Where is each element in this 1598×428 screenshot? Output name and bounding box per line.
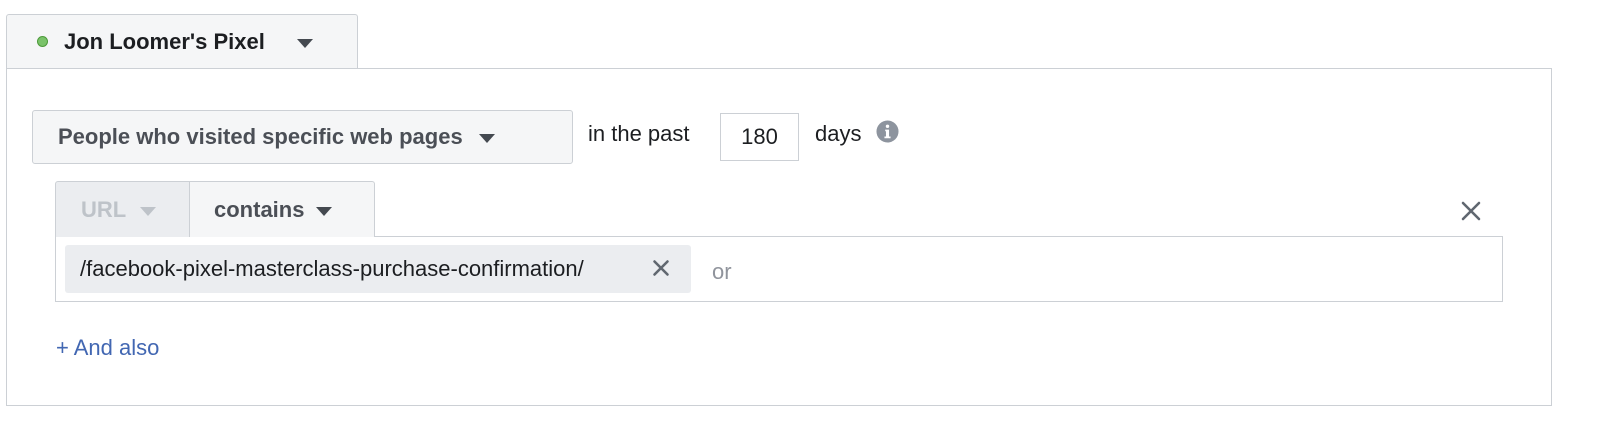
retention-days-input[interactable] — [720, 113, 799, 161]
caret-down-icon — [478, 134, 495, 143]
audience-type-dropdown[interactable]: People who visited specific web pages — [32, 110, 573, 164]
info-icon[interactable] — [876, 120, 899, 143]
url-token-text: /facebook-pixel-masterclass-purchase-con… — [80, 256, 584, 281]
audience-type-label: People who visited specific web pages — [58, 124, 463, 149]
and-also-link[interactable]: + And also — [56, 335, 159, 361]
pixel-status-indicator — [37, 36, 48, 47]
caret-down-icon — [296, 38, 313, 48]
caret-down-icon — [140, 206, 157, 216]
in-the-past-label: in the past — [588, 121, 690, 146]
operator-label: contains — [214, 196, 305, 222]
pixel-name: Jon Loomer's Pixel — [64, 28, 265, 54]
operator-dropdown[interactable]: contains — [189, 181, 375, 237]
pixel-selector[interactable]: Jon Loomer's Pixel — [6, 14, 358, 68]
close-icon[interactable] — [652, 259, 670, 277]
field-selector: URL — [55, 181, 190, 237]
field-label: URL — [81, 196, 127, 222]
and-also-label: + And also — [56, 335, 160, 360]
days-label: days — [815, 121, 862, 146]
caret-down-icon — [316, 206, 333, 216]
close-icon[interactable] — [1460, 200, 1482, 222]
url-token: /facebook-pixel-masterclass-purchase-con… — [65, 245, 691, 293]
token-input-placeholder[interactable]: or — [712, 259, 732, 285]
